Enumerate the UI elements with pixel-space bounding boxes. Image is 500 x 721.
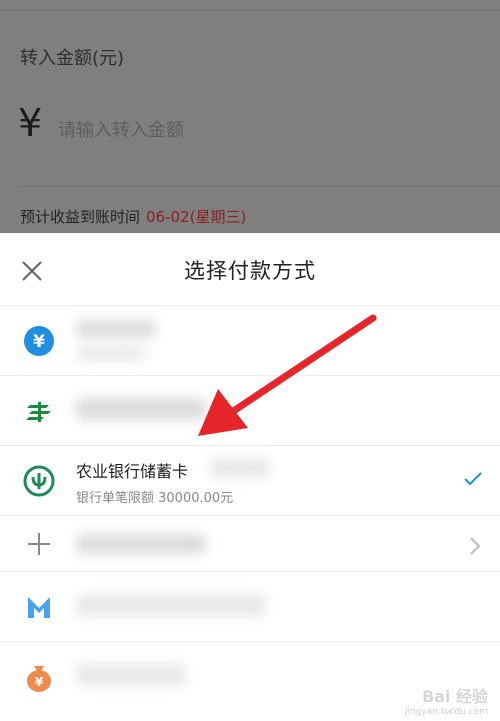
blurred-method-name: [76, 320, 156, 338]
sheet-title: 选择付款方式: [184, 259, 316, 283]
money-bag-icon: ¥: [27, 665, 51, 692]
income-note-date: 06-02(星期三): [146, 208, 247, 226]
watermark-url: jingyan.baidu.com: [404, 707, 488, 717]
amount-label: 转入金额(元): [20, 48, 125, 69]
plus-icon: [28, 532, 50, 555]
background-form: 转入金额(元) ¥ 请输入转入金额 预计收益到账时间 06-02(星期三): [0, 0, 500, 233]
bank-limit: 银行单笔限额 30000.00元: [76, 491, 234, 506]
income-note-label: 预计收益到账时间: [20, 208, 141, 226]
income-note: 预计收益到账时间 06-02(星期三): [20, 206, 246, 227]
yuan-coin-icon: ¥: [24, 325, 54, 356]
blurred-method-detail: [76, 346, 146, 360]
baidu-jingyan-watermark: Bai 经验 jingyan.baidu.com: [405, 683, 488, 717]
watermark-brand: Bai 经验: [421, 687, 488, 706]
m-bank-icon: [28, 596, 50, 618]
agricultural-bank-icon: [23, 465, 55, 496]
payment-method-row[interactable]: [0, 572, 500, 642]
payment-method-row[interactable]: [0, 376, 500, 446]
payment-method-row-selected[interactable]: 农业银行储蓄卡 银行单笔限额 30000.00元: [0, 446, 500, 516]
add-payment-method-row[interactable]: [0, 516, 500, 572]
checkmark-icon: [464, 472, 482, 486]
payment-method-row[interactable]: ¥: [0, 306, 500, 376]
divider: [0, 10, 500, 11]
amount-input[interactable]: 请输入转入金额: [58, 116, 184, 142]
chevron-right-icon: [470, 537, 480, 555]
blurred-method-name: [76, 534, 206, 554]
sheet-header: 选择付款方式: [0, 233, 500, 306]
svg-text:¥: ¥: [35, 675, 44, 689]
currency-symbol: ¥: [18, 101, 43, 145]
blurred-method-name: [76, 594, 266, 616]
divider: [20, 186, 500, 187]
blurred-card-number: [210, 458, 270, 478]
blurred-method-name: [76, 664, 186, 686]
bank-name: 农业银行储蓄卡: [76, 462, 189, 481]
svg-text:¥: ¥: [33, 332, 45, 352]
payment-method-sheet: 选择付款方式 ¥ 农业银行储蓄卡 银行单笔限额 30000.00元 ¥ Bai …: [0, 233, 500, 721]
blurred-method-name: [76, 398, 206, 420]
postal-bank-icon: [26, 401, 51, 422]
